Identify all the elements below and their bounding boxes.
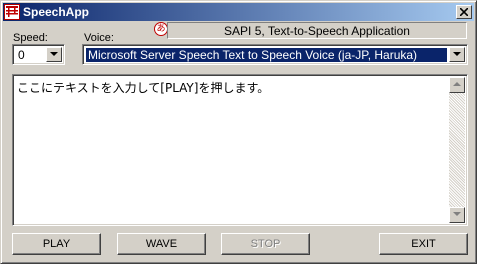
speed-dropdown[interactable]: 0 [12, 44, 65, 65]
play-button[interactable]: PLAY [12, 233, 101, 255]
voice-dropdown-button[interactable] [449, 47, 465, 62]
title-bar[interactable]: SpeechApp [3, 3, 474, 21]
window-title: SpeechApp [23, 5, 90, 19]
speed-label: Speed: [13, 32, 48, 44]
chevron-down-icon [453, 52, 461, 56]
voice-dropdown[interactable]: Microsoft Server Speech Text to Speech V… [82, 44, 468, 65]
close-button[interactable] [456, 5, 472, 19]
exit-button[interactable]: EXIT [379, 233, 468, 255]
vertical-scrollbar[interactable] [449, 77, 465, 223]
voice-value: Microsoft Server Speech Text to Speech V… [86, 48, 447, 62]
wave-button[interactable]: WAVE [117, 233, 206, 255]
text-input-area[interactable]: ここにテキストを入力して[PLAY]を押します。 [12, 74, 468, 226]
sapi-info-banner: SAPI 5, Text-to-Speech Application [167, 22, 467, 39]
arrow-up-icon [453, 82, 461, 86]
sapi-info-text: SAPI 5, Text-to-Speech Application [224, 24, 410, 38]
chevron-down-icon [50, 52, 58, 56]
speed-value: 0 [18, 48, 25, 62]
arrow-down-icon [453, 212, 461, 216]
text-input-value: ここにテキストを入力して[PLAY]を押します。 [17, 81, 270, 95]
app-icon [4, 4, 20, 20]
close-icon [460, 8, 468, 16]
app-window: SpeechApp あ SAPI 5, Text-to-Speech Appli… [0, 0, 477, 264]
speed-dropdown-button[interactable] [46, 47, 62, 62]
voice-label: Voice: [84, 32, 114, 44]
scroll-down-button[interactable] [449, 207, 465, 223]
hiragana-a-icon: あ [154, 22, 168, 36]
stop-button[interactable]: STOP [221, 233, 310, 255]
scroll-up-button[interactable] [449, 77, 465, 93]
